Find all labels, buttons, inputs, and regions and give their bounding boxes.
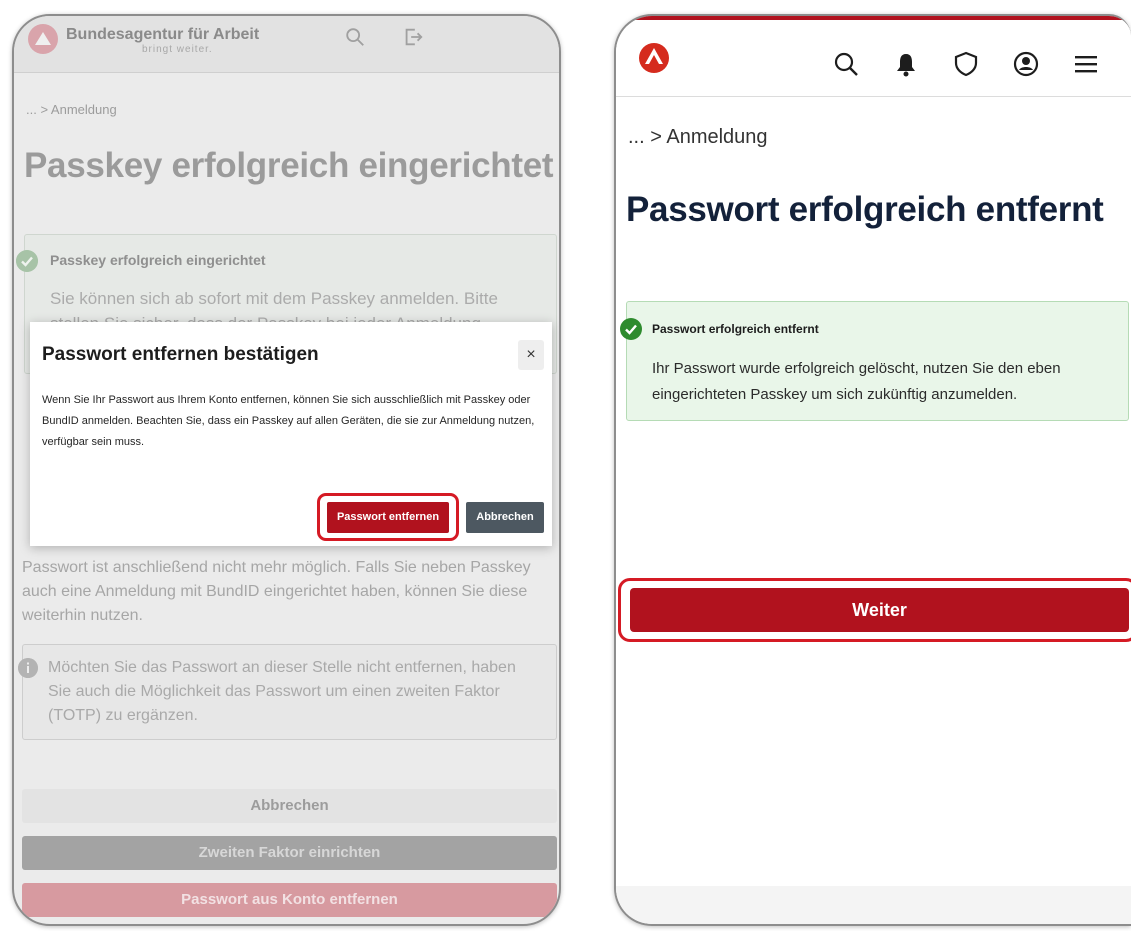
phone-right-screen: ... > Anmeldung Passwort erfolgreich ent…: [614, 14, 1131, 926]
left-header: Bundesagentur für Arbeit bringt weiter.: [14, 16, 559, 73]
success-title: Passwort erfolgreich entfernt: [652, 322, 819, 336]
logout-icon[interactable]: [402, 26, 424, 48]
confirm-remove-password-dialog: Passwort entfernen bestätigen × Wenn Sie…: [30, 322, 552, 546]
check-circle-icon: [16, 250, 38, 272]
dialog-text: Wenn Sie Ihr Passwort aus Ihrem Konto en…: [42, 394, 535, 448]
account-icon[interactable]: [1012, 50, 1040, 78]
menu-icon[interactable]: [1072, 50, 1100, 78]
shield-icon[interactable]: [952, 50, 980, 78]
brand-name: Bundesagentur für Arbeit: [66, 26, 260, 43]
bell-icon[interactable]: [892, 50, 920, 78]
success-title: Passkey erfolgreich eingerichtet: [50, 252, 266, 268]
info-icon: [18, 658, 38, 678]
close-icon[interactable]: ×: [518, 340, 544, 370]
page-title: Passkey erfolgreich eingerichtet: [24, 146, 554, 185]
info-text: Möchten Sie das Passwort an dieser Stell…: [48, 659, 516, 724]
remove-password-button[interactable]: Passwort aus Konto entfernen: [22, 883, 557, 917]
ba-logo-icon[interactable]: [638, 42, 670, 74]
phone-left-screen: Bundesagentur für Arbeit bringt weiter. …: [12, 14, 561, 926]
check-circle-icon: [620, 318, 642, 340]
footer: [616, 886, 1131, 924]
setup-second-factor-button[interactable]: Zweiten Faktor einrichten: [22, 836, 557, 870]
ba-logo-icon[interactable]: [28, 24, 58, 54]
breadcrumb[interactable]: ... > Anmeldung: [26, 102, 117, 117]
continue-button[interactable]: Weiter: [630, 588, 1129, 632]
right-header: [616, 20, 1131, 97]
body-text: Passwort ist anschließend nicht mehr mög…: [22, 559, 531, 624]
search-icon[interactable]: [832, 50, 860, 78]
cancel-button[interactable]: Abbrechen: [22, 789, 557, 823]
success-text: Ihr Passwort wurde erfolgreich gelöscht,…: [652, 360, 1061, 403]
dialog-title: Passwort entfernen bestätigen: [42, 344, 319, 365]
confirm-remove-password-button[interactable]: Passwort entfernen: [327, 502, 449, 533]
brand-tagline: bringt weiter.: [142, 44, 213, 55]
search-icon[interactable]: [344, 26, 366, 48]
dialog-cancel-button[interactable]: Abbrechen: [466, 502, 544, 533]
page-title: Passwort erfolgreich entfernt: [626, 190, 1104, 229]
breadcrumb[interactable]: ... > Anmeldung: [628, 126, 768, 149]
